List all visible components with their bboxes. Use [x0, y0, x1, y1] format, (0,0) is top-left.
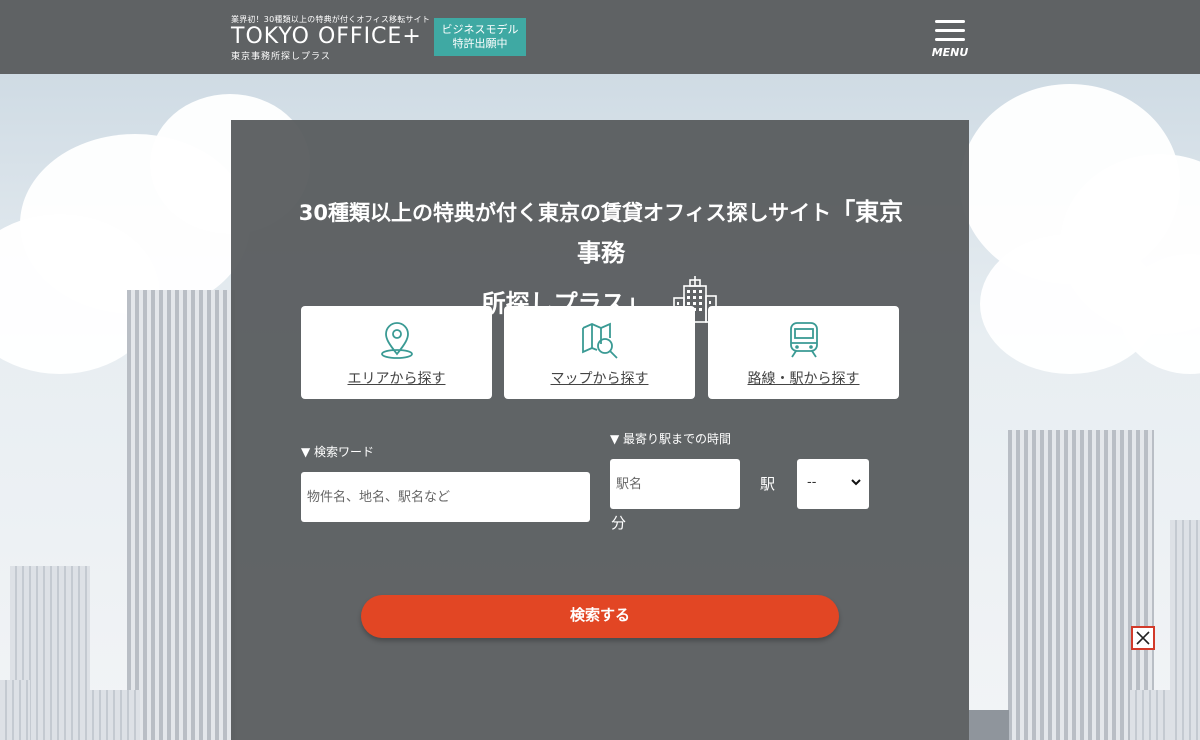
minutes-select-value: -- — [807, 475, 817, 490]
menu-label: MENU — [931, 46, 969, 59]
site-header: 業界初！30種類以上の特典が付くオフィス移転サイト TOKYO OFFICE+ … — [0, 0, 1200, 74]
patent-badge: ビジネスモデル 特許出願中 — [434, 18, 526, 56]
map-search-icon — [581, 322, 618, 359]
station-input[interactable] — [610, 459, 740, 509]
station-time-label: ▼ 最寄り駅までの時間 — [610, 432, 732, 446]
search-by-line-station-button[interactable]: 路線・駅から探す — [708, 306, 899, 399]
minutes-select[interactable]: -- — [797, 459, 869, 509]
badge-line2: 特許出願中 — [452, 37, 508, 50]
search-submit-button[interactable]: 検索する — [361, 595, 839, 638]
map-pin-icon — [380, 322, 413, 359]
site-logo[interactable]: 業界初！30種類以上の特典が付くオフィス移転サイト TOKYO OFFICE+ … — [231, 14, 431, 62]
search-mode-cards: エリアから探す マップから探す 路線・駅から探す — [301, 306, 899, 399]
search-by-line-station-label: 路線・駅から探す — [747, 371, 860, 387]
search-by-area-button[interactable]: エリアから探す — [301, 306, 492, 399]
train-icon — [789, 322, 818, 358]
keyword-input[interactable] — [301, 472, 590, 522]
close-button[interactable] — [1131, 626, 1155, 650]
menu-button[interactable]: MENU — [930, 18, 970, 62]
keyword-label: ▼ 検索ワード — [301, 445, 375, 459]
chevron-down-icon — [851, 479, 861, 486]
badge-line1: ビジネスモデル — [441, 23, 519, 36]
station-suffix: 駅 — [760, 475, 776, 493]
search-panel: 30種類以上の特典が付く東京の賃貸オフィス探しサイト「東京事務 所探しプラス」 — [231, 120, 969, 740]
logo-subtitle: 東京事務所探しプラス — [231, 52, 331, 62]
close-icon — [1136, 631, 1150, 645]
hamburger-icon — [935, 20, 965, 23]
search-by-map-button[interactable]: マップから探す — [504, 306, 695, 399]
search-by-map-label: マップから探す — [550, 371, 649, 387]
search-by-area-label: エリアから探す — [347, 371, 446, 387]
headline-text-1: 30種類以上の特典が付く東京の賃貸オフィス探しサイト — [298, 201, 832, 225]
minutes-suffix: 分 — [611, 514, 627, 532]
logo-wordmark: TOKYO OFFICE+ — [231, 24, 422, 49]
